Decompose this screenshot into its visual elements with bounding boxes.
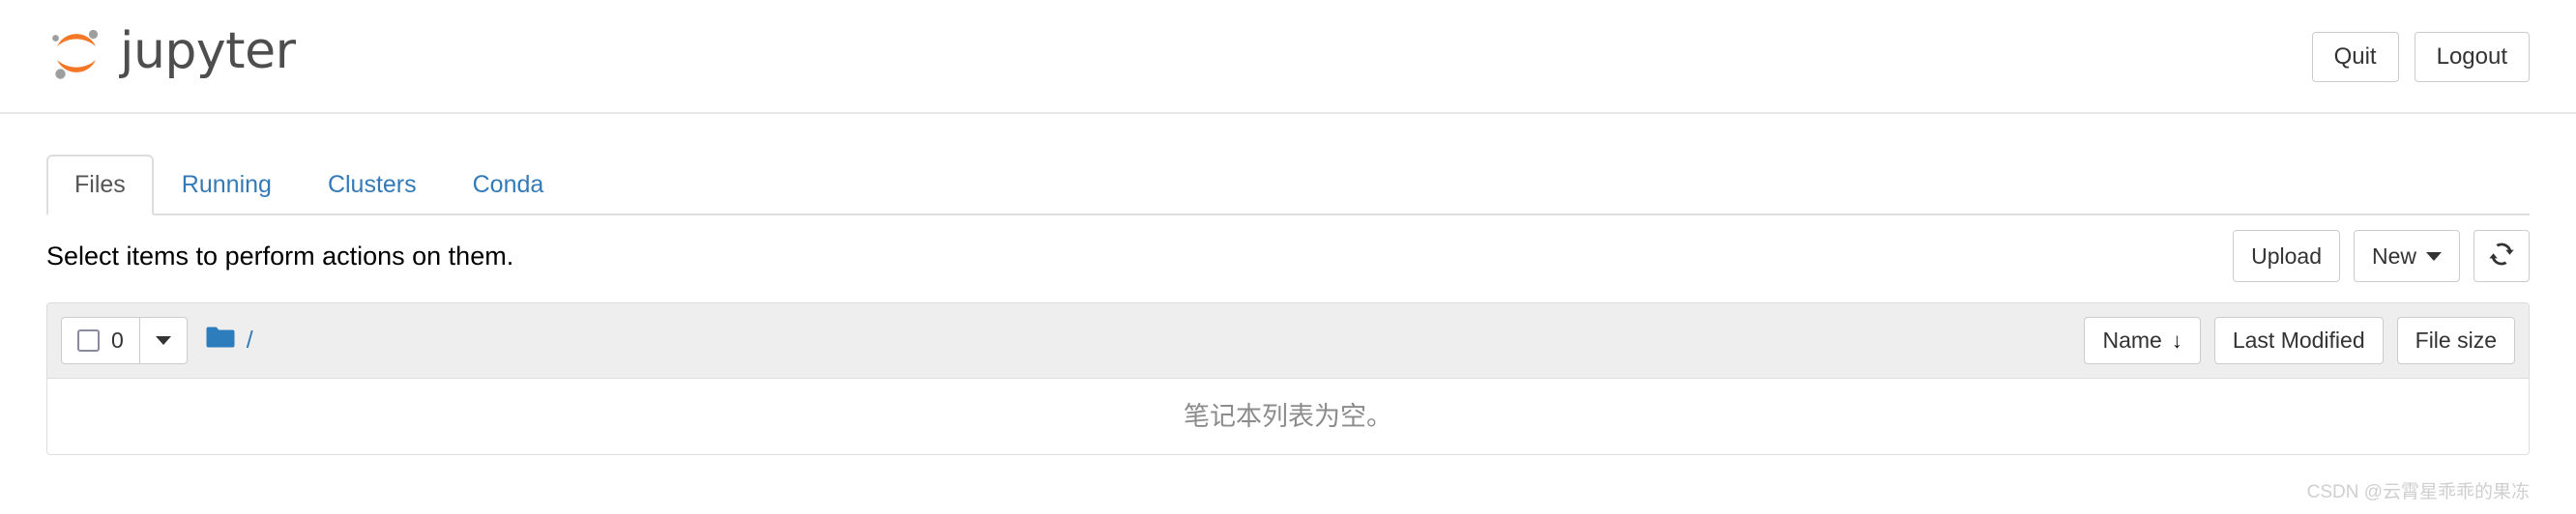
file-list-body: 笔记本列表为空。 (47, 379, 2529, 454)
jupyter-logo-icon (46, 21, 106, 81)
action-button-group: Upload New (2233, 230, 2530, 282)
new-dropdown-button[interactable]: New (2353, 230, 2460, 282)
tab-files[interactable]: Files (46, 155, 154, 215)
select-all-button-group: 0 (61, 317, 188, 364)
upload-button[interactable]: Upload (2233, 230, 2340, 282)
file-list-toolbar: 0 / Name ↓ Last Modified File size (47, 303, 2529, 379)
refresh-button[interactable] (2474, 230, 2530, 282)
file-list-column-headers: Name ↓ Last Modified File size (2084, 317, 2515, 364)
select-options-dropdown-button[interactable] (139, 317, 188, 364)
upload-button-label: Upload (2251, 243, 2322, 269)
file-list-toolbar-left: 0 / (61, 317, 253, 364)
checkbox-unchecked-icon[interactable] (77, 329, 100, 352)
column-header-file-size-label: File size (2415, 328, 2497, 353)
chevron-down-icon (2426, 251, 2442, 261)
breadcrumb-root-link[interactable]: / (247, 328, 253, 353)
csdn-watermark: CSDN @云霄星乖乖的果冻 (2306, 482, 2530, 502)
tab-conda[interactable]: Conda (445, 155, 572, 215)
refresh-icon (2488, 241, 2515, 271)
site-header: jupyter Quit Logout (0, 0, 2576, 114)
brand-text: jupyter (120, 22, 296, 80)
action-bar: Select items to perform actions on them.… (46, 215, 2530, 297)
column-header-name-label: Name (2102, 328, 2162, 353)
selection-hint-text: Select items to perform actions on them. (46, 241, 514, 271)
tab-running[interactable]: Running (154, 155, 300, 215)
empty-list-message: 笔记本列表为空。 (1184, 401, 1392, 431)
header-button-group: Quit Logout (2311, 32, 2530, 82)
folder-icon (205, 326, 236, 356)
main-tab-bar: Files Running Clusters Conda (46, 154, 2530, 215)
breadcrumb: / (205, 326, 253, 356)
selected-count: 0 (111, 328, 124, 353)
column-header-file-size[interactable]: File size (2396, 317, 2515, 364)
quit-button[interactable]: Quit (2311, 32, 2399, 82)
column-header-last-modified-label: Last Modified (2232, 328, 2365, 353)
select-all-checkbox-button[interactable]: 0 (61, 317, 140, 364)
sort-descending-icon: ↓ (2171, 328, 2182, 353)
file-list-panel: 0 / Name ↓ Last Modified File size 笔记本列表… (46, 302, 2530, 455)
chevron-down-icon (155, 336, 171, 345)
column-header-last-modified[interactable]: Last Modified (2213, 317, 2384, 364)
column-header-name[interactable]: Name ↓ (2084, 317, 2201, 364)
logout-button[interactable]: Logout (2414, 32, 2530, 82)
new-button-label: New (2371, 243, 2416, 269)
jupyter-brand-link[interactable]: jupyter (46, 21, 296, 81)
tab-clusters[interactable]: Clusters (300, 155, 445, 215)
